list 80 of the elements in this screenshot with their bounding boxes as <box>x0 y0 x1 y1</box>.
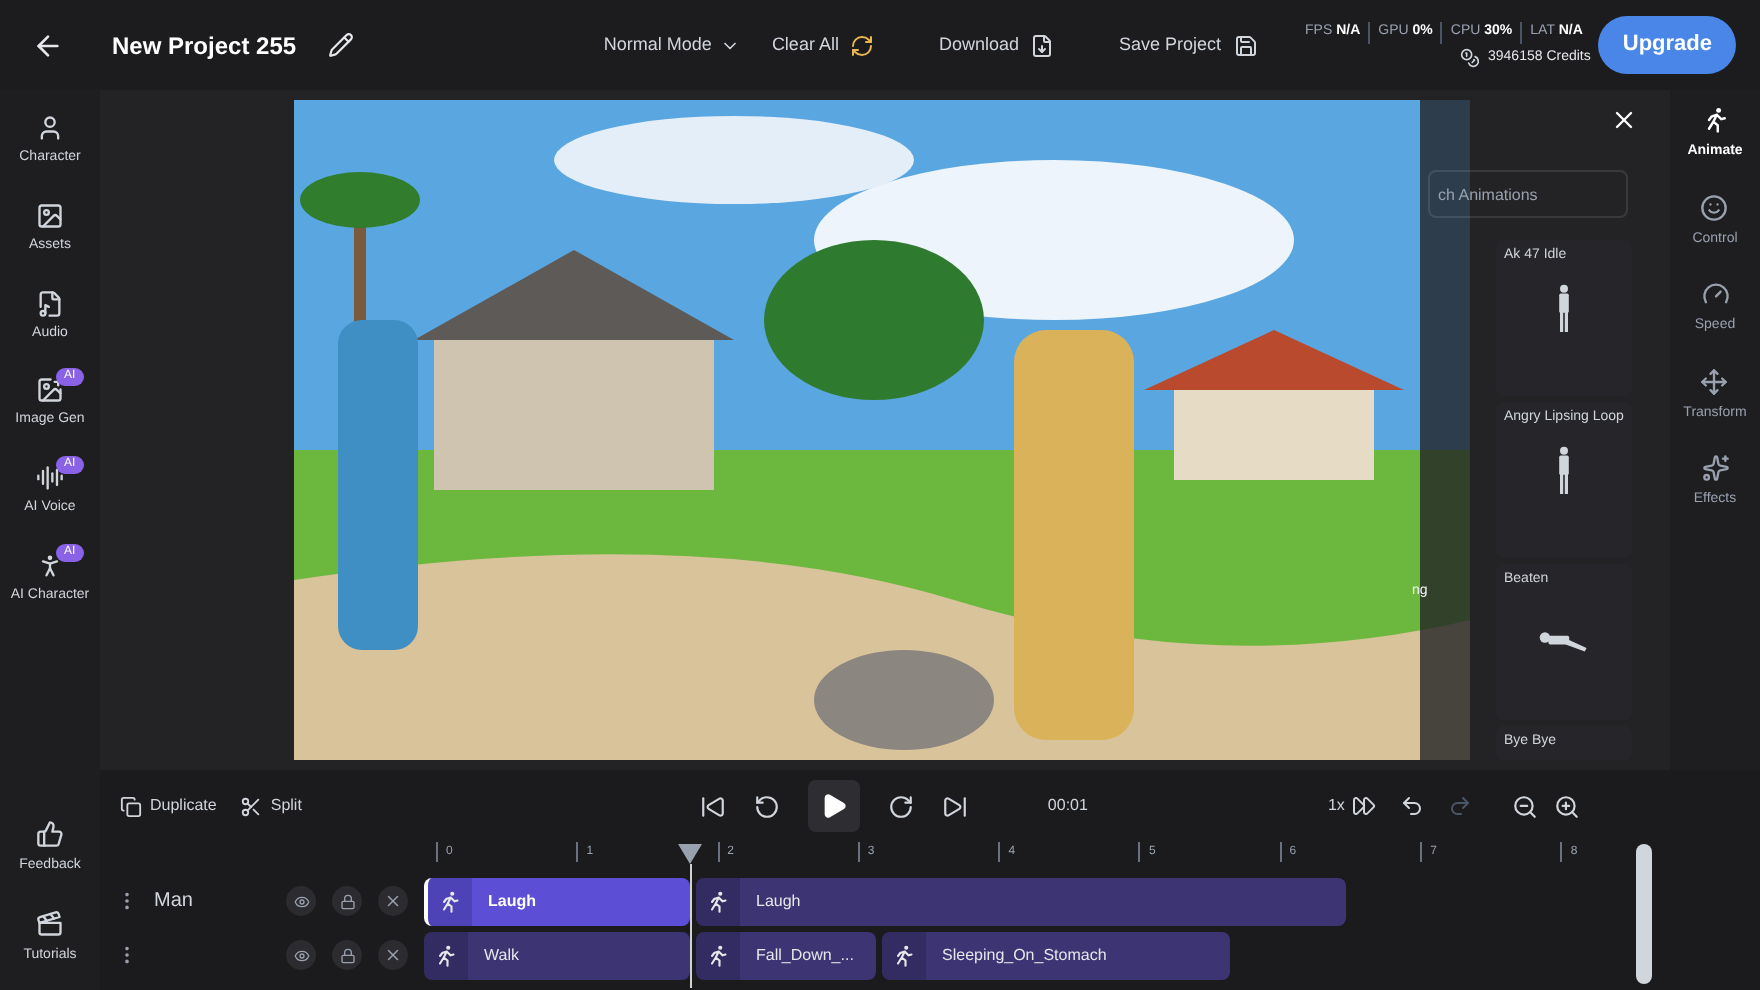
lying-figure-icon <box>1538 629 1590 652</box>
animation-clip[interactable]: Fall_Down_... <box>696 931 876 979</box>
skip-back-button[interactable] <box>699 793 726 819</box>
rewind-icon <box>753 793 780 819</box>
lock-icon <box>339 893 355 909</box>
image-icon <box>35 201 64 230</box>
play-button[interactable] <box>807 780 860 832</box>
lock-icon <box>339 947 355 963</box>
running-figure-icon <box>434 943 458 967</box>
smiley-icon <box>1700 193 1729 221</box>
running-figure-icon <box>706 943 730 967</box>
clapperboard-icon <box>36 909 64 937</box>
fast-forward-icon <box>1352 794 1377 818</box>
running-figure-icon <box>706 889 730 913</box>
skip-forward-button[interactable] <box>941 793 968 819</box>
undo-icon <box>1400 794 1425 818</box>
move-arrows-icon <box>1700 367 1729 395</box>
visibility-button[interactable] <box>286 940 316 970</box>
rename-button[interactable] <box>328 32 355 58</box>
toolbar-button[interactable]: Download <box>938 31 1055 59</box>
download-icon <box>1030 33 1055 57</box>
close-button[interactable] <box>1610 106 1638 134</box>
rewind-button[interactable] <box>753 793 780 819</box>
pencil-icon <box>328 32 355 58</box>
clip-label: Laugh <box>488 889 536 913</box>
eye-icon <box>293 893 309 909</box>
time-display: 00:01 <box>1047 794 1088 818</box>
delete-track-button[interactable] <box>378 940 408 970</box>
animation-clip[interactable]: Sleeping_On_Stomach <box>882 931 1230 979</box>
visibility-button[interactable] <box>286 886 316 916</box>
zoom-in-button[interactable] <box>1554 793 1581 819</box>
skip-back-icon <box>699 793 726 819</box>
forward-icon <box>887 793 914 819</box>
lock-button[interactable] <box>332 886 362 916</box>
copy-icon <box>120 795 142 817</box>
close-icon <box>1610 106 1638 134</box>
undo-button[interactable] <box>1400 794 1425 818</box>
close-icon <box>384 946 402 964</box>
animation-clip[interactable]: Walk <box>424 931 690 979</box>
speed-button[interactable]: 1x <box>1327 794 1377 818</box>
upgrade-button[interactable]: Upgrade <box>1598 16 1736 74</box>
timeline-action-button[interactable]: Duplicate <box>120 794 217 818</box>
clip-label: Laugh <box>756 889 801 913</box>
refresh-icon <box>850 33 875 57</box>
eye-icon <box>293 947 309 963</box>
gauge-icon <box>1701 280 1729 308</box>
zoom-out-icon <box>1512 793 1539 819</box>
save-icon <box>1233 33 1258 57</box>
image-plus-icon <box>35 376 64 405</box>
playhead <box>678 844 702 988</box>
skip-forward-icon <box>941 793 968 819</box>
audio-wave-icon <box>35 464 64 492</box>
track-name: Man <box>154 888 193 916</box>
coins-icon <box>1460 47 1480 68</box>
play-icon <box>819 792 848 820</box>
redo-icon <box>1448 794 1473 818</box>
close-icon <box>384 892 402 910</box>
running-figure-icon <box>892 943 916 967</box>
toolbar-button[interactable]: Clear All <box>771 31 875 59</box>
person-icon <box>35 114 64 142</box>
scrollbar <box>1636 844 1652 984</box>
running-figure-icon <box>438 889 462 913</box>
sparkles-icon <box>1701 454 1729 482</box>
clip-label: Fall_Down_... <box>756 943 854 967</box>
timeline-action-button[interactable]: Split <box>240 794 302 818</box>
forward-button[interactable] <box>887 793 914 819</box>
thumbs-up-icon <box>36 820 64 848</box>
toolbar-button[interactable]: Save Project <box>1118 31 1258 59</box>
clip-label: Sleeping_On_Stomach <box>942 943 1107 967</box>
zoom-in-icon <box>1554 793 1581 819</box>
clip-label: Walk <box>484 943 519 967</box>
music-file-icon <box>35 289 64 317</box>
animation-clip[interactable]: Laugh <box>696 877 1346 925</box>
zoom-out-button[interactable] <box>1512 793 1539 819</box>
project-title: New Project 255 <box>112 29 297 63</box>
scissors-icon <box>240 795 263 817</box>
delete-track-button[interactable] <box>378 886 408 916</box>
mode-dropdown[interactable]: Normal Mode <box>603 31 740 59</box>
animation-clip[interactable]: Laugh <box>424 877 690 925</box>
lock-button[interactable] <box>332 940 362 970</box>
